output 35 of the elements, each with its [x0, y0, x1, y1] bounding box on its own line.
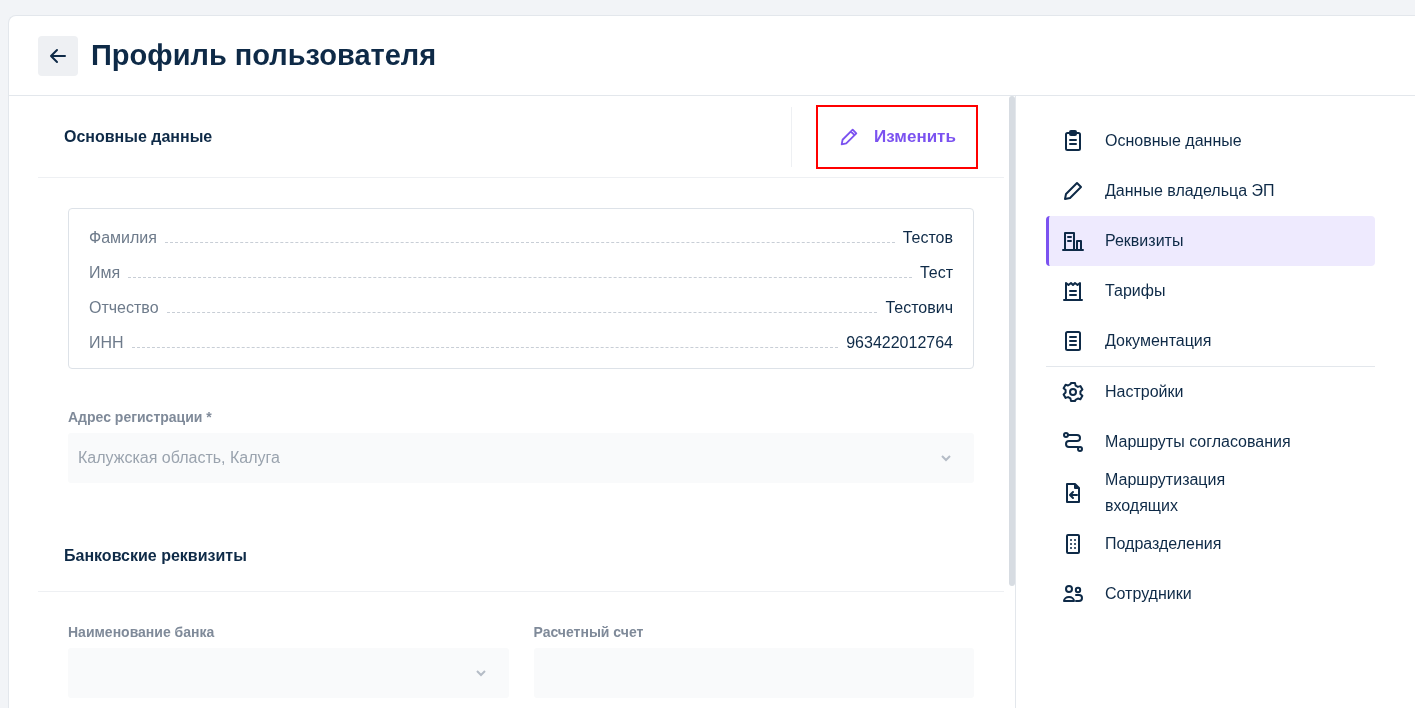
back-button[interactable] — [38, 35, 78, 76]
sidebar-item[interactable]: Документация — [1046, 316, 1375, 366]
detail-value: Тест — [919, 264, 953, 282]
sidebar-item[interactable]: Маршрутизация входящих — [1046, 467, 1375, 519]
building-icon — [1061, 229, 1085, 253]
detail-label: Имя — [89, 264, 121, 282]
sidebar-item[interactable]: Основные данные — [1046, 116, 1375, 166]
bank-select[interactable] — [68, 648, 509, 698]
pencil-icon — [1061, 179, 1085, 203]
detail-label: Фамилия — [89, 229, 157, 247]
sidebar-item[interactable]: Маршруты согласования — [1046, 417, 1375, 467]
sidebar-item[interactable]: Сотрудники — [1046, 569, 1375, 619]
detail-label: Отчество — [89, 299, 159, 317]
chevron-down-icon — [474, 669, 487, 677]
sidebar-item[interactable]: Данные владельца ЭП — [1046, 166, 1375, 216]
detail-value: Тестов — [902, 229, 953, 247]
route-icon — [1061, 430, 1085, 454]
field-label: Наименование банка — [68, 624, 216, 640]
detail-value: Тестович — [885, 299, 953, 317]
field-label: Расчетный счет — [533, 624, 645, 640]
scrollbar-thumb[interactable] — [1009, 96, 1015, 586]
edit-button[interactable]: Изменить — [816, 104, 978, 169]
sidebar-item[interactable]: Настройки — [1046, 367, 1375, 417]
settings-icon — [1061, 380, 1085, 404]
section-title: Основные данные — [64, 127, 213, 146]
chevron-down-icon — [940, 454, 952, 462]
sidebar-item[interactable]: Тарифы — [1046, 266, 1375, 316]
page-title: Профиль пользователя — [91, 39, 437, 72]
receipt-icon — [1061, 279, 1085, 303]
sidebar-item[interactable]: Реквизиты — [1046, 216, 1375, 266]
field-label: Адрес регистрации * — [68, 409, 213, 425]
section-title: Банковские реквизиты — [64, 546, 247, 565]
detail-label: ИНН — [89, 334, 124, 352]
detail-value: 963422012764 — [846, 334, 953, 352]
sidebar-item[interactable]: Подразделения — [1046, 519, 1375, 569]
